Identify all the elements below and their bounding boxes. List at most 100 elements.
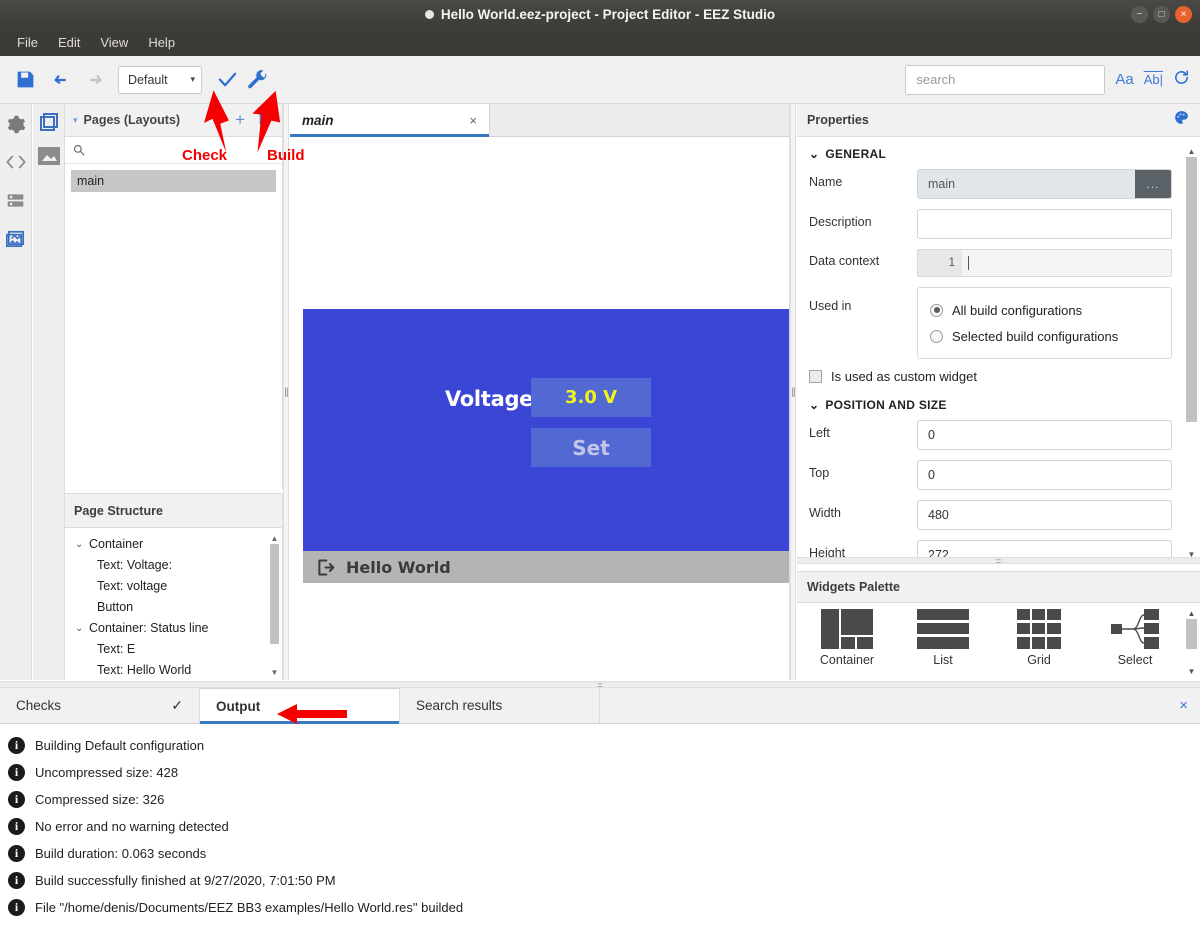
menu-item-view[interactable]: View — [91, 32, 137, 53]
custom-widget-checkbox-row[interactable]: Is used as custom widget — [797, 369, 1200, 384]
build-configuration-select[interactable]: Default ▾ — [118, 65, 202, 94]
editor-tab-main[interactable]: main × — [290, 104, 490, 137]
width-field[interactable]: 480 — [917, 500, 1172, 530]
pages-panel-header: ▾ Pages (Layouts) + — [65, 104, 282, 137]
radio-icon[interactable] — [930, 329, 943, 343]
close-bottom-panel-button[interactable]: × — [1179, 697, 1188, 714]
tree-node-label: Text: E — [97, 642, 136, 656]
pages-list-item-main[interactable]: main — [71, 170, 276, 192]
match-case-button[interactable]: Aa — [1115, 71, 1133, 88]
tree-node-container[interactable]: ⌄ Container — [65, 534, 282, 555]
scroll-up-icon[interactable]: ▲ — [1185, 607, 1198, 619]
properties-scrollbar[interactable]: ▲ ▼ — [1185, 145, 1198, 560]
splitter-grip: = — [995, 555, 1002, 566]
rail-item-settings[interactable] — [4, 112, 28, 136]
list-icon — [7, 193, 24, 207]
position-section-header[interactable]: ⌄ POSITION AND SIZE — [797, 398, 1200, 412]
preview-voltage-value-widget[interactable]: 3.0 V — [531, 378, 651, 417]
delete-page-button[interactable] — [258, 111, 270, 130]
theme-button[interactable] — [1173, 109, 1190, 131]
build-button[interactable] — [242, 65, 272, 95]
page-structure-tree: ⌄ Container Text: Voltage: Text: voltage… — [65, 528, 282, 680]
device-preview[interactable]: Voltage: 3.0 V Set Hello World — [303, 309, 789, 583]
name-field[interactable]: main ... — [917, 169, 1172, 199]
chevron-down-icon[interactable]: ⌄ — [75, 534, 85, 555]
annotation-label-check: Check — [182, 147, 228, 164]
tab-checks[interactable]: Checks ✓ — [0, 688, 200, 723]
chevron-down-icon[interactable]: ⌄ — [75, 618, 85, 639]
tree-node-button[interactable]: Button — [65, 597, 282, 618]
data-context-editor[interactable]: 1 — [917, 249, 1172, 277]
log-row: i Building Default configuration — [0, 732, 1200, 759]
scroll-up-icon[interactable]: ▲ — [269, 532, 280, 544]
close-button[interactable]: × — [1175, 6, 1192, 23]
log-row: i Build successfully finished at 9/27/20… — [0, 867, 1200, 894]
scrollbar-thumb[interactable] — [270, 544, 279, 644]
name-value: main — [928, 177, 956, 191]
undo-button[interactable] — [48, 65, 78, 95]
palette-scrollbar[interactable]: ▲ ▼ — [1185, 607, 1198, 677]
scroll-up-icon[interactable]: ▲ — [1185, 145, 1198, 157]
tree-node-text-voltage[interactable]: Text: voltage — [65, 576, 282, 597]
menu-item-help[interactable]: Help — [139, 32, 184, 53]
description-field[interactable] — [917, 209, 1172, 239]
general-section-header[interactable]: ⌄ GENERAL — [797, 147, 1200, 161]
search-input[interactable] — [905, 64, 1106, 95]
whole-word-button[interactable]: Ab| — [1144, 72, 1163, 87]
preview-status-line[interactable]: Hello World — [303, 551, 789, 583]
properties-palette-splitter[interactable]: = — [797, 555, 1200, 566]
tree-node-text-e[interactable]: Text: E — [65, 639, 282, 660]
tree-node-text-hello-world[interactable]: Text: Hello World — [65, 660, 282, 680]
pages-search-row[interactable] — [65, 137, 282, 164]
close-icon[interactable]: × — [469, 113, 477, 128]
rail2-item-image[interactable] — [36, 144, 62, 168]
scrollbar-thumb[interactable] — [1186, 619, 1197, 649]
redo-button[interactable] — [78, 65, 108, 95]
data-context-value[interactable] — [962, 250, 1171, 276]
images-icon — [6, 230, 25, 247]
preview-set-button[interactable]: Set — [531, 428, 651, 467]
palette-item-container[interactable]: Container — [811, 609, 883, 667]
tree-node-container-status-line[interactable]: ⌄ Container: Status line — [65, 618, 282, 639]
tab-output[interactable]: Output — [200, 688, 400, 724]
left-field[interactable]: 0 — [917, 420, 1172, 450]
maximize-button[interactable]: □ — [1153, 6, 1170, 23]
check-button[interactable] — [212, 65, 242, 95]
palette-item-grid[interactable]: Grid — [1003, 609, 1075, 667]
scroll-down-icon[interactable]: ▼ — [1185, 665, 1198, 677]
left-splitter[interactable]: || — [283, 104, 289, 680]
preview-screen[interactable]: Voltage: 3.0 V Set — [303, 309, 789, 551]
rail-item-lists[interactable] — [4, 188, 28, 212]
page-structure-scrollbar[interactable]: ▲ ▼ — [269, 532, 280, 678]
top-field[interactable]: 0 — [917, 460, 1172, 490]
checkbox-icon[interactable] — [809, 370, 822, 383]
save-button[interactable] — [10, 65, 40, 95]
radio-all-build-configurations[interactable]: All build configurations — [930, 297, 1159, 323]
rail-item-pages[interactable] — [4, 226, 28, 250]
radio-selected-build-configurations[interactable]: Selected build configurations — [930, 323, 1159, 349]
collapse-caret-icon[interactable]: ▾ — [73, 115, 78, 126]
palette-item-select[interactable]: Select — [1099, 609, 1171, 667]
info-icon: i — [8, 818, 25, 835]
menu-item-file[interactable]: File — [8, 32, 47, 53]
minimize-button[interactable]: − — [1131, 6, 1148, 23]
tree-node-text-voltage-label[interactable]: Text: Voltage: — [65, 555, 282, 576]
scroll-down-icon[interactable]: ▼ — [269, 666, 280, 678]
rail-item-code[interactable] — [4, 150, 28, 174]
radio-icon-selected[interactable] — [930, 303, 943, 317]
palette-item-list[interactable]: List — [907, 609, 979, 667]
tab-search-results[interactable]: Search results — [400, 688, 600, 723]
add-page-button[interactable]: + — [235, 110, 245, 130]
refresh-button[interactable] — [1173, 69, 1190, 90]
bottom-panel-splitter[interactable]: = — [0, 680, 1200, 689]
menu-item-edit[interactable]: Edit — [49, 32, 89, 53]
name-more-button[interactable]: ... — [1135, 170, 1171, 198]
window-controls: − □ × — [1131, 6, 1192, 23]
right-splitter[interactable]: || — [790, 104, 796, 680]
log-text: Building Default configuration — [35, 738, 205, 753]
editor-canvas[interactable]: Voltage: 3.0 V Set Hello World — [290, 137, 789, 679]
pages-list: main — [65, 164, 282, 192]
rail2-item-pages[interactable] — [36, 110, 62, 134]
log-text: Build duration: 0.063 seconds — [35, 846, 207, 861]
scrollbar-thumb[interactable] — [1186, 157, 1197, 422]
